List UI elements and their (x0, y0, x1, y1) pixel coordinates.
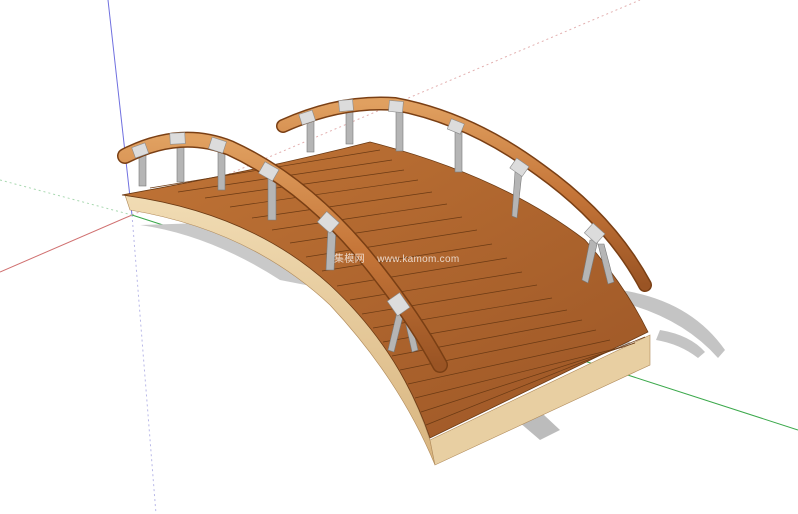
red-axis (0, 214, 133, 273)
blue-axis-dashed (131, 214, 157, 514)
model-canvas[interactable] (0, 0, 798, 514)
blue-axis (107, 0, 133, 216)
sketchup-viewport[interactable]: 集模网 www.kamom.com (0, 0, 798, 514)
green-axis-dashed (0, 179, 133, 216)
